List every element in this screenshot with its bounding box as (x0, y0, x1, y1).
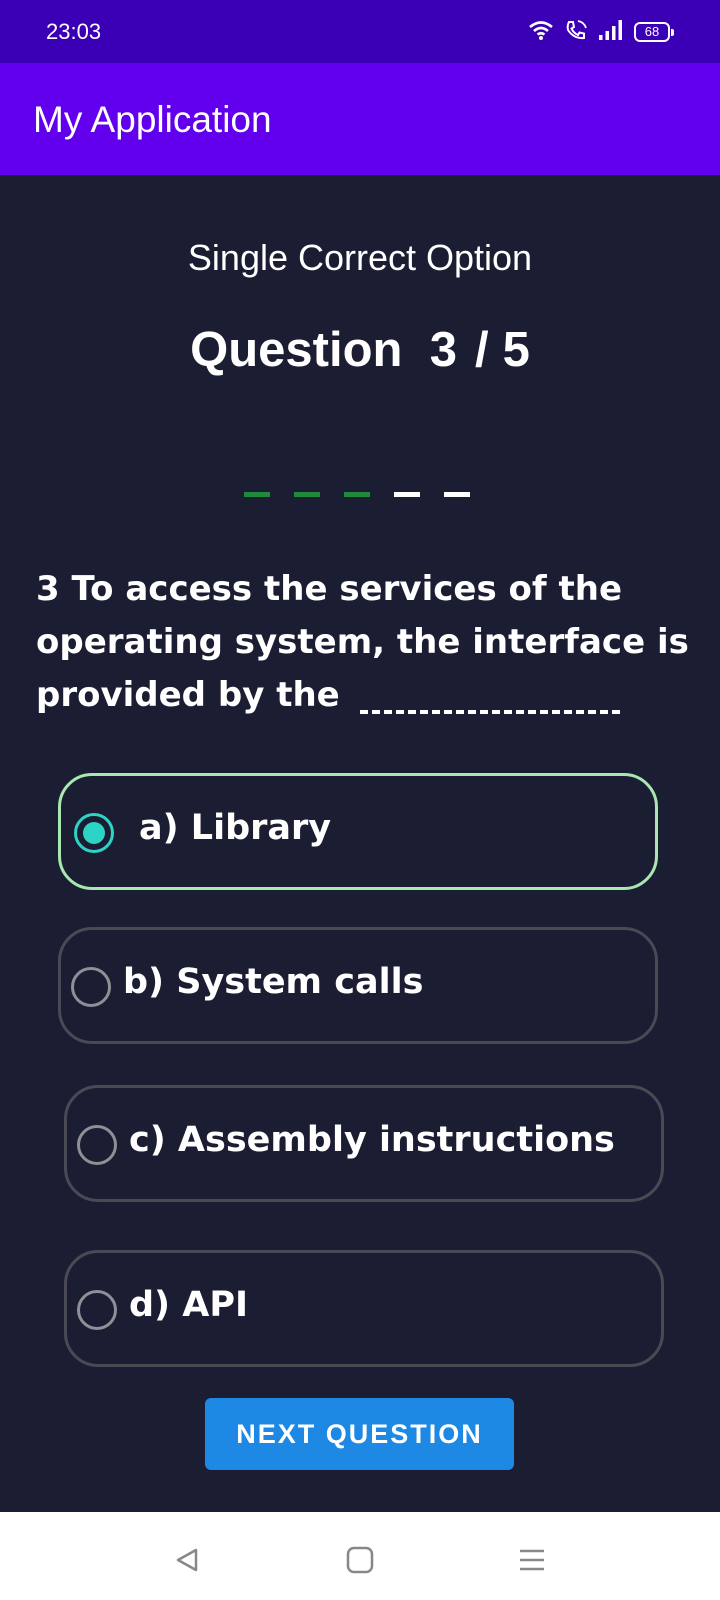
question-word: Question (190, 323, 403, 377)
next-question-button[interactable]: NEXT QUESTION (205, 1398, 514, 1470)
progress-indicator (244, 492, 484, 498)
call-icon (564, 19, 588, 46)
status-icons: 68 (528, 19, 674, 46)
back-icon[interactable] (168, 1540, 208, 1580)
total-questions: 5 (502, 323, 530, 377)
battery-icon: 68 (634, 22, 674, 42)
option-c-radio[interactable] (77, 1125, 117, 1165)
progress-dash (394, 492, 420, 497)
option-a-radio[interactable] (74, 813, 114, 853)
signal-icon (598, 19, 624, 46)
current-question-number: 3 (429, 323, 457, 377)
app-bar: My Application (0, 63, 720, 175)
progress-dash (444, 492, 470, 497)
home-icon[interactable] (340, 1540, 380, 1580)
wifi-icon (528, 19, 554, 46)
option-b-radio[interactable] (71, 967, 111, 1007)
option-d-label: d) API (129, 1285, 248, 1325)
option-c-label: c) Assembly instructions (129, 1120, 615, 1160)
progress-dash (244, 492, 270, 497)
option-a[interactable]: a) Library (58, 773, 658, 890)
question-body: 3 To access the services of the operatin… (36, 569, 689, 715)
status-bar: 23:03 68 (0, 0, 720, 63)
answer-blank (359, 710, 620, 714)
progress-dash (344, 492, 370, 497)
recents-icon[interactable] (512, 1540, 552, 1580)
question-counter: Question 3 /5 (0, 322, 720, 378)
option-d-radio[interactable] (77, 1290, 117, 1330)
quiz-type-label: Single Correct Option (187, 237, 533, 278)
option-b[interactable]: b) System calls (58, 927, 658, 1044)
progress-dash (294, 492, 320, 497)
app-title: My Application (33, 99, 272, 140)
option-b-label: b) System calls (123, 962, 424, 1002)
option-c[interactable]: c) Assembly instructions (64, 1085, 664, 1202)
status-time: 23:03 (46, 19, 102, 44)
question-separator: / (474, 323, 489, 377)
option-d[interactable]: d) API (64, 1250, 664, 1367)
question-text: 3 To access the services of the operatin… (36, 563, 696, 722)
option-a-label: a) Library (139, 808, 332, 848)
system-nav-bar (0, 1512, 720, 1600)
